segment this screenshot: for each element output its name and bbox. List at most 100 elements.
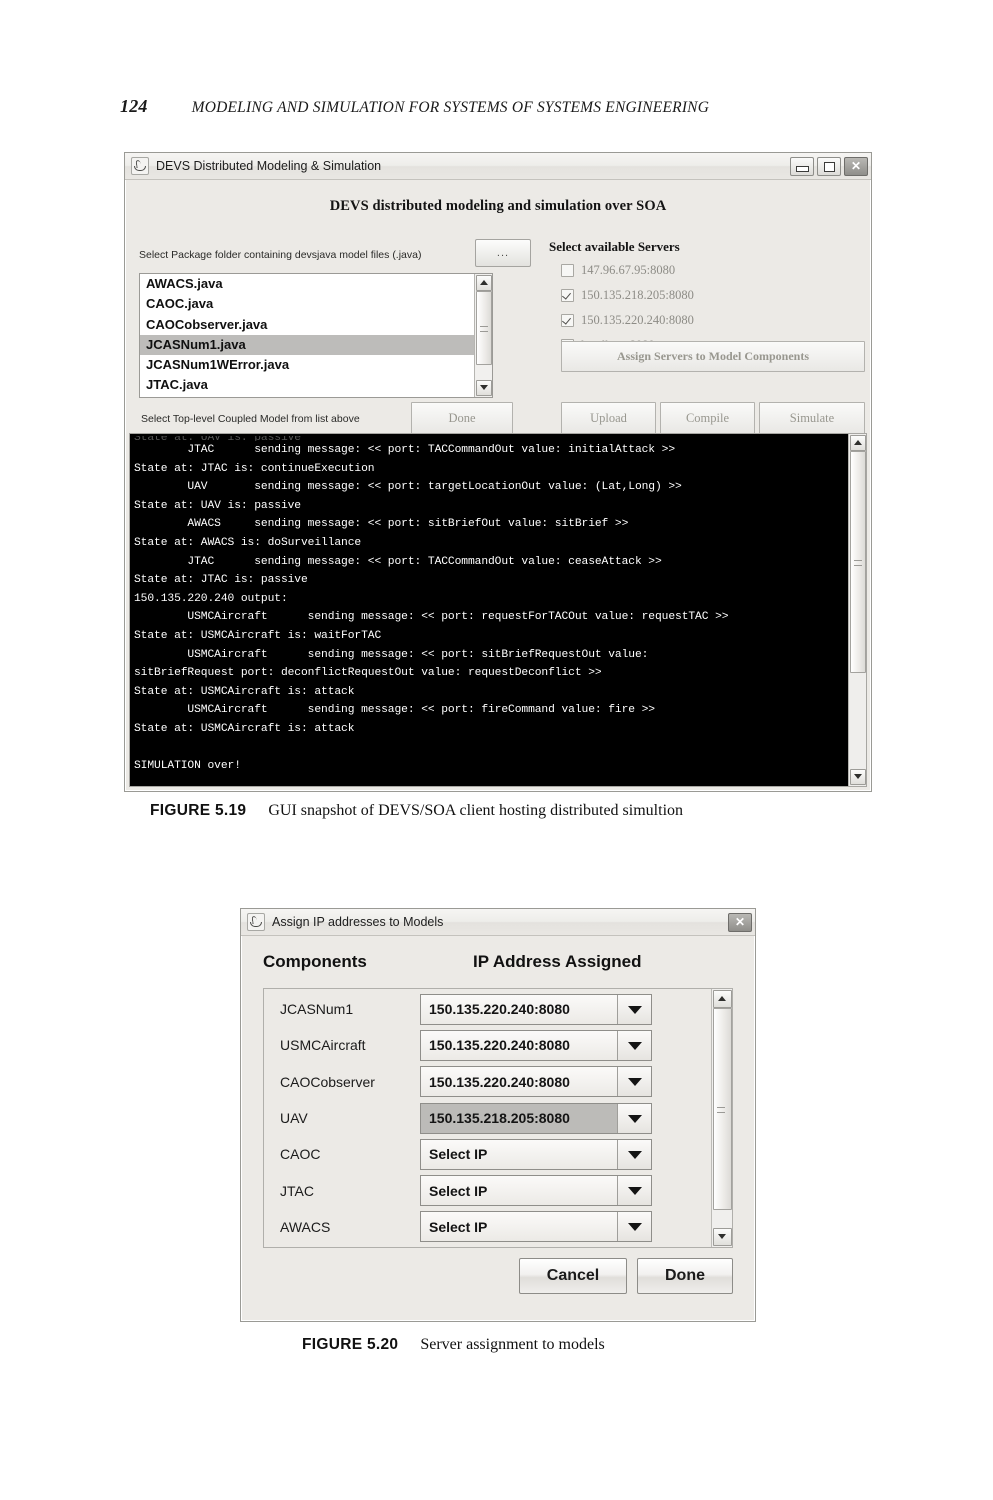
- ip-address-value: 150.135.220.240:8080: [429, 1073, 570, 1090]
- chevron-down-icon[interactable]: [617, 1103, 651, 1133]
- chevron-down-icon[interactable]: [617, 1212, 651, 1242]
- page-running-head: 124 MODELING AND SIMULATION FOR SYSTEMS O…: [120, 96, 880, 117]
- maximize-icon[interactable]: [817, 156, 841, 176]
- table-row: USMCAircraft 150.135.220.240:8080: [264, 1027, 711, 1063]
- component-ip-rows: JCASNum1 150.135.220.240:8080 USMCAircraft…: [264, 989, 711, 1247]
- components-column-header: Components: [263, 952, 367, 971]
- figure-519-text: GUI snapshot of DEVS/SOA client hosting …: [268, 802, 684, 819]
- component-name: USMCAircraft: [280, 1037, 366, 1054]
- scroll-up-icon[interactable]: [476, 275, 492, 291]
- assign-scroll-down-icon[interactable]: [713, 1228, 732, 1246]
- console-line: UAV sending message: << port: targetLoca…: [134, 481, 682, 494]
- model-file-item[interactable]: JCASNum1.java: [140, 334, 474, 356]
- table-row: CAOCobserver 150.135.220.240:8080: [264, 1064, 711, 1100]
- console-line: State at: USMCAircraft is: attack: [134, 685, 355, 698]
- chevron-down-icon[interactable]: [617, 1176, 651, 1206]
- done-button[interactable]: Done: [637, 1258, 733, 1294]
- model-file-list[interactable]: AWACS.java CAOC.java CAOCobserver.java JCAS…: [140, 274, 474, 397]
- console-line: JTAC sending message: << port: TACComman…: [134, 555, 662, 568]
- model-file-item[interactable]: CAOCobserver.java: [140, 315, 474, 335]
- package-folder-label: Select Package folder containing devsjav…: [139, 249, 422, 261]
- ip-column-header: IP Address Assigned: [473, 952, 642, 971]
- scroll-down-icon[interactable]: [476, 380, 492, 396]
- file-list-scrollbar[interactable]: [474, 274, 492, 397]
- minimize-icon[interactable]: [790, 156, 814, 176]
- simulation-console-panel: State at: UAV is: passive JTAC sending m…: [129, 433, 867, 787]
- upload-button[interactable]: Upload: [561, 402, 656, 434]
- ip-address-dropdown[interactable]: Select IP: [420, 1211, 652, 1243]
- model-file-listbox[interactable]: AWACS.java CAOC.java CAOCobserver.java JCAS…: [139, 273, 493, 398]
- server-address-label: 150.135.218.205:8080: [581, 288, 694, 302]
- assign-scroll-thumb[interactable]: [713, 1008, 732, 1210]
- java-coffee-cup-icon: [131, 157, 149, 175]
- file-list-scroll-thumb[interactable]: [476, 291, 492, 365]
- console-scroll-up-icon[interactable]: [850, 435, 866, 451]
- model-file-item[interactable]: JCASNum1WError.java: [140, 355, 474, 375]
- console-line: State at: JTAC is: continueExecution: [134, 462, 375, 475]
- console-line: USMCAircraft sending message: << port: s…: [134, 648, 649, 661]
- checkbox-unchecked-icon[interactable]: [561, 264, 574, 277]
- chevron-down-icon[interactable]: [617, 1030, 651, 1060]
- figure-519-label: FIGURE 5.19: [150, 802, 247, 819]
- server-checkbox-row[interactable]: 147.96.67.95:8080: [561, 263, 675, 278]
- ip-address-dropdown[interactable]: Select IP: [420, 1175, 652, 1207]
- ip-address-value: Select IP: [429, 1182, 488, 1199]
- configuration-panel: Select Package folder containing devsjav…: [125, 217, 871, 442]
- ip-address-dropdown[interactable]: 150.135.220.240:8080: [420, 993, 652, 1025]
- close-icon[interactable]: ✕: [844, 156, 868, 176]
- component-name: CAOCobserver: [280, 1073, 375, 1090]
- main-heading: DEVS distributed modeling and simulation…: [329, 198, 667, 214]
- simulation-console-output: State at: UAV is: passive JTAC sending m…: [130, 434, 848, 786]
- simulate-button[interactable]: Simulate: [759, 402, 865, 434]
- assign-servers-button[interactable]: Assign Servers to Model Components: [561, 341, 865, 372]
- console-scroll-down-icon[interactable]: [850, 769, 866, 785]
- console-line: USMCAircraft sending message: << port: r…: [134, 611, 729, 624]
- table-row: JCASNum1 150.135.220.240:8080: [264, 991, 711, 1027]
- model-file-item[interactable]: CAOC.java: [140, 294, 474, 314]
- ip-address-value: 150.135.220.240:8080: [429, 1037, 570, 1054]
- chevron-down-icon[interactable]: [617, 994, 651, 1024]
- ip-address-dropdown[interactable]: 150.135.218.205:8080: [420, 1102, 652, 1134]
- console-line: State at: JTAC is: passive: [134, 574, 308, 587]
- console-line: sitBriefRequest port: deconflictRequestO…: [134, 667, 602, 680]
- ip-address-value: Select IP: [429, 1146, 488, 1163]
- component-name: CAOC: [280, 1146, 321, 1163]
- browse-folder-button[interactable]: ...: [475, 239, 531, 267]
- assign-dialog-title: Assign IP addresses to Models: [272, 915, 444, 929]
- assign-scroll-up-icon[interactable]: [713, 990, 732, 1008]
- ip-address-dropdown[interactable]: 150.135.220.240:8080: [420, 1066, 652, 1098]
- chevron-down-icon[interactable]: [617, 1067, 651, 1097]
- ip-address-dropdown[interactable]: 150.135.220.240:8080: [420, 1029, 652, 1061]
- model-file-item[interactable]: AWACS.java: [140, 274, 474, 294]
- chevron-down-icon[interactable]: [617, 1139, 651, 1169]
- checkbox-checked-icon[interactable]: [561, 289, 574, 302]
- console-scrollbar[interactable]: [848, 434, 866, 786]
- console-scroll-thumb[interactable]: [850, 451, 866, 673]
- component-name: JTAC: [280, 1182, 314, 1199]
- server-checkbox-row[interactable]: 150.135.220.240:8080: [561, 313, 694, 328]
- console-line: JTAC sending message: << port: TACComman…: [134, 444, 676, 456]
- figure-520-text: Server assignment to models: [420, 1336, 605, 1353]
- console-line: 150.135.220.240 output:: [134, 592, 288, 605]
- ip-address-value: 150.135.218.205:8080: [429, 1110, 570, 1127]
- close-glyph: ✕: [850, 158, 862, 173]
- server-checkbox-row[interactable]: 150.135.218.205:8080: [561, 288, 694, 303]
- ip-address-dropdown[interactable]: Select IP: [420, 1138, 652, 1170]
- assign-table-scrollbar[interactable]: [711, 989, 732, 1247]
- model-file-item[interactable]: JTAC.java: [140, 375, 474, 395]
- console-line: SIMULATION over!: [134, 760, 241, 773]
- component-ip-table: JCASNum1 150.135.220.240:8080 USMCAircraft…: [263, 988, 733, 1248]
- console-line: AWACS sending message: << port: sitBrief…: [134, 518, 629, 531]
- checkbox-checked-icon[interactable]: [561, 314, 574, 327]
- assign-dialog-body: Components IP Address Assigned JCASNum1 1…: [241, 936, 755, 1322]
- compile-button[interactable]: Compile: [660, 402, 755, 434]
- done-button[interactable]: Done: [411, 402, 513, 434]
- component-name: UAV: [280, 1110, 308, 1127]
- console-line: State at: USMCAircraft is: waitForTAC: [134, 629, 382, 642]
- component-name: AWACS: [280, 1218, 331, 1235]
- window-controls: ✕: [790, 156, 868, 176]
- table-row: UAV 150.135.218.205:8080: [264, 1100, 711, 1136]
- close-icon[interactable]: ✕: [728, 912, 752, 932]
- cancel-button[interactable]: Cancel: [519, 1258, 627, 1294]
